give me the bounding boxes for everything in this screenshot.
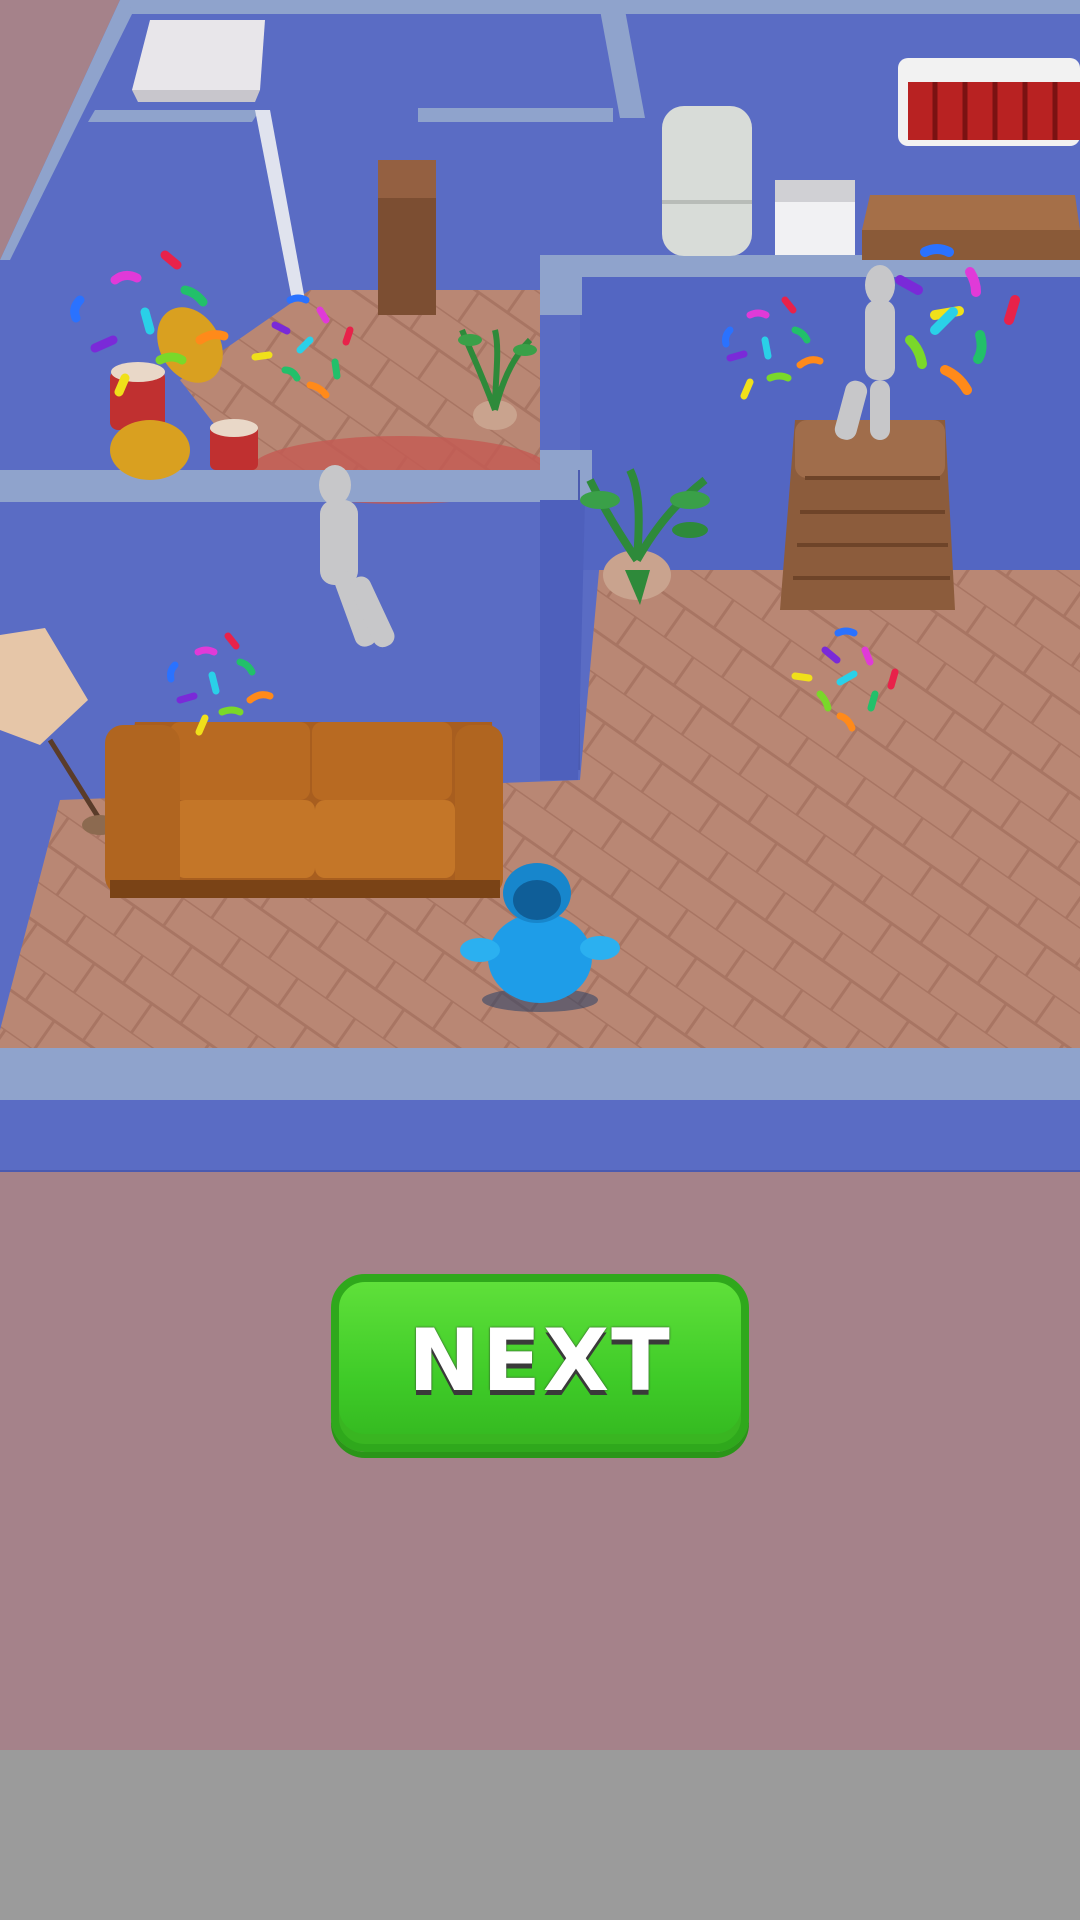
front-wall: [0, 1100, 1080, 1172]
wall-top: [418, 108, 613, 122]
wall-top: [540, 450, 592, 502]
bench: [132, 20, 265, 102]
wall-top: [120, 0, 1080, 14]
wardrobe: [378, 160, 436, 315]
next-button[interactable]: NEXT: [331, 1274, 749, 1452]
sofa: [105, 722, 503, 898]
dresser: [780, 420, 955, 610]
refrigerator: [662, 106, 752, 256]
kitchen-cabinets: [898, 58, 1080, 146]
stove: [775, 180, 855, 255]
wall-top: [540, 255, 582, 315]
bottom-bar: [0, 1750, 1080, 1920]
partition-wall: [540, 500, 585, 780]
wall-top: [0, 470, 590, 502]
wall-top: [88, 110, 260, 122]
wall-top: [0, 1048, 1080, 1100]
background-panel: [0, 1172, 1080, 1750]
game-scene: [0, 0, 1080, 1180]
next-button-label: NEXT: [408, 1311, 672, 1411]
kitchen-counter: [862, 195, 1080, 260]
